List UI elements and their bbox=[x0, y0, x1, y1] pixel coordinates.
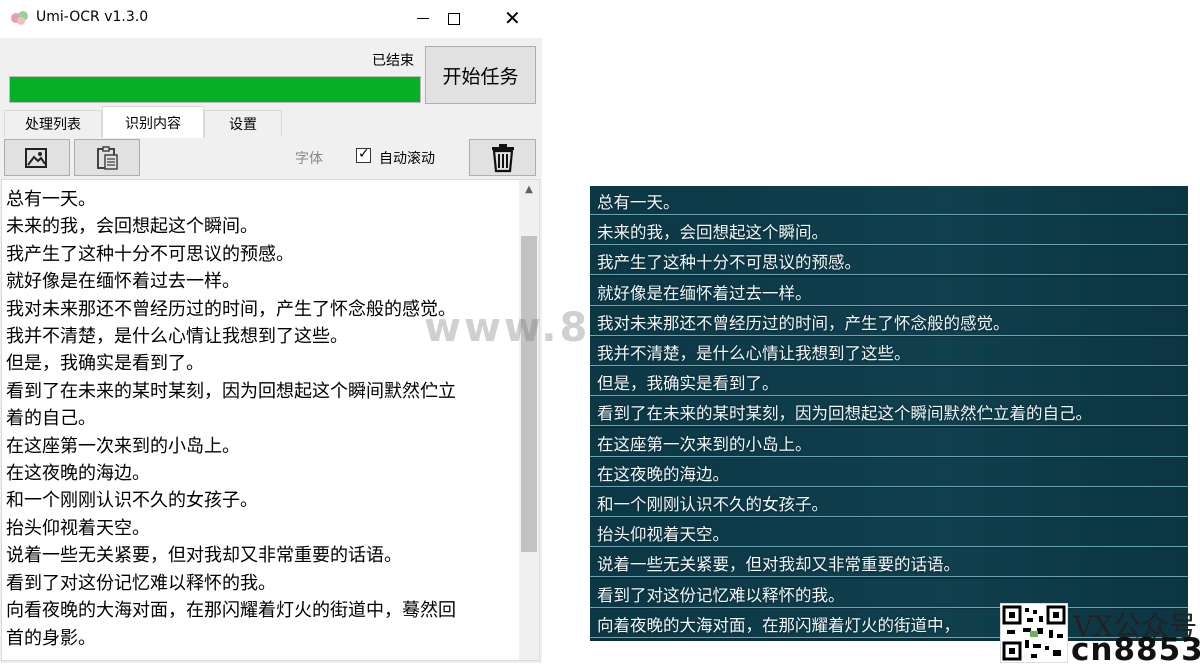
game-subtitle-text: 就好像是在缅怀着过去一样。 bbox=[597, 283, 812, 303]
game-subtitle-text: 向着夜晚的大海对面，在那闪耀着灯火的街道中， bbox=[597, 615, 960, 635]
game-subtitle-text: 抬头仰视着天空。 bbox=[597, 525, 729, 545]
ocr-text-line: 我产生了这种十分不可思议的预感。 bbox=[6, 243, 294, 265]
image-icon bbox=[25, 147, 47, 168]
ocr-text-line: 但是，我确实是看到了。 bbox=[6, 353, 204, 375]
tab-settings[interactable]: 设置 bbox=[204, 110, 282, 137]
status-label: 已结束 bbox=[372, 53, 414, 69]
game-screenshot: 总有一天。未来的我，会回想起这个瞬间。我产生了这种十分不可思议的预感。 就好像是在… bbox=[590, 186, 1188, 641]
game-subtitle-row: 但是，我确实是看到了。 bbox=[590, 367, 1188, 397]
ocr-text-line: 说着一些无关紧要，但对我却又非常重要的话语。 bbox=[6, 545, 402, 567]
maximize-button[interactable] bbox=[431, 0, 477, 38]
minimize-icon bbox=[417, 18, 429, 19]
app-logo-icon bbox=[11, 11, 28, 25]
game-subtitle-text: 和一个刚刚认识不久的女孩子。 bbox=[597, 495, 828, 514]
ocr-text-line: 看到了对这份记忆难以释怀的我。 bbox=[6, 572, 276, 594]
game-subtitle-row: 我并不清楚，是什么心情让我想到了这些。 bbox=[590, 337, 1188, 366]
game-subtitle-text: 未来的我，会回想起这个瞬间。 bbox=[597, 223, 828, 243]
ocr-text-line: 在这夜晚的海边。 bbox=[6, 463, 150, 485]
game-subtitle-text: 但是，我确实是看到了。 bbox=[597, 374, 779, 394]
game-subtitle-row: 在这座第一次来到的小岛上。 bbox=[590, 427, 1188, 457]
ocr-text-line: 看到了在未来的某时某刻，因为回想起这个瞬间默然伫立 bbox=[6, 380, 456, 402]
scroll-thumb[interactable] bbox=[521, 236, 537, 552]
game-subtitle-row: 就好像是在缅怀着过去一样。 bbox=[590, 276, 1188, 306]
tab-process-list[interactable]: 处理列表 bbox=[4, 110, 102, 137]
game-subtitle-row: 抬头仰视着天空。 bbox=[590, 518, 1188, 548]
tab-recognized-content[interactable]: 识别内容 bbox=[102, 106, 204, 138]
game-subtitle-text: 我产生了这种十分不可思议的预感。 bbox=[597, 253, 861, 273]
game-subtitle-text: 在这座第一次来到的小岛上。 bbox=[597, 434, 812, 454]
game-subtitle-row: 我对未来那还不曾经历过的时间，产生了怀念般的感觉。 bbox=[590, 306, 1188, 336]
autoscroll-label[interactable]: 自动滚动 bbox=[379, 148, 435, 168]
window-title: Umi-OCR v1.3.0 bbox=[36, 9, 149, 25]
ocr-text-line: 在这座第一次来到的小岛上。 bbox=[6, 435, 240, 457]
progress-bar bbox=[9, 76, 421, 103]
close-button[interactable]: ✕ bbox=[490, 0, 536, 38]
vertical-scrollbar[interactable]: ▲ bbox=[519, 180, 539, 660]
ocr-text-line: 就好像是在缅怀着过去一样。 bbox=[6, 271, 240, 293]
autoscroll-checkbox[interactable]: ✓ bbox=[356, 146, 371, 163]
game-subtitle-row: 总有一天。 bbox=[590, 186, 1188, 215]
ocr-text-line: 未来的我，会回想起这个瞬间。 bbox=[6, 216, 258, 238]
ocr-text-line: 向看夜晚的大海对面，在那闪耀着灯火的街道中，蓦然回 bbox=[6, 600, 456, 622]
ocr-text-line: 抬头仰视着天空。 bbox=[6, 517, 150, 539]
game-subtitle-text: 总有一天。 bbox=[597, 193, 680, 212]
game-subtitle-row: 说着一些无关紧要，但对我却又非常重要的话语。 bbox=[590, 548, 1188, 578]
qr-code bbox=[1000, 603, 1068, 663]
watermark-text: www.8 bbox=[424, 305, 591, 351]
check-icon: ✓ bbox=[358, 146, 370, 162]
clipboard-icon bbox=[97, 145, 118, 170]
open-image-button[interactable] bbox=[4, 139, 70, 176]
game-subtitle-row: 看到了对这份记忆难以释怀的我。 bbox=[590, 578, 1188, 608]
ocr-result-textbox[interactable]: 总有一天。未来的我，会回想起这个瞬间。我产生了这种十分不可思议的预感。 就好像是在… bbox=[1, 179, 540, 661]
qr-code-icon bbox=[1002, 605, 1066, 661]
game-subtitle-text: 我并不清楚，是什么心情让我想到了这些。 bbox=[597, 344, 911, 363]
game-subtitle-text: 看到了在未来的某时某刻，因为回想起这个瞬间默然伫立着的自己。 bbox=[597, 404, 1092, 424]
game-subtitle-row: 和一个刚刚认识不久的女孩子。 bbox=[590, 488, 1188, 517]
ocr-text-line: 和一个刚刚认识不久的女孩子。 bbox=[6, 490, 258, 512]
trash-icon bbox=[491, 143, 514, 172]
game-subtitle-text: 说着一些无关紧要，但对我却又非常重要的话语。 bbox=[597, 555, 960, 575]
ocr-text-line: 着的自己。 bbox=[6, 408, 96, 430]
scroll-up-icon[interactable]: ▲ bbox=[523, 184, 535, 196]
ocr-text-lines: 总有一天。未来的我，会回想起这个瞬间。我产生了这种十分不可思议的预感。 就好像是在… bbox=[6, 186, 516, 652]
game-subtitle-text: 看到了对这份记忆难以释怀的我。 bbox=[597, 585, 845, 605]
ocr-text-line: 首的身影。 bbox=[6, 627, 96, 649]
game-subtitle-row: 未来的我，会回想起这个瞬间。 bbox=[590, 216, 1188, 246]
clear-button[interactable] bbox=[469, 139, 536, 176]
title-bar[interactable]: Umi-OCR v1.3.0 ✕ bbox=[0, 0, 542, 38]
ocr-text-line: 总有一天。 bbox=[6, 189, 96, 210]
game-subtitle-row: 看到了在未来的某时某刻，因为回想起这个瞬间默然伫立着的自己。 bbox=[590, 397, 1188, 427]
game-subtitle-text: 我对未来那还不曾经历过的时间，产生了怀念般的感觉。 bbox=[597, 313, 1010, 333]
paste-button[interactable] bbox=[74, 139, 140, 176]
close-icon: ✕ bbox=[504, 6, 521, 30]
maximize-icon bbox=[448, 13, 460, 25]
game-subtitle-row: 我产生了这种十分不可思议的预感。 bbox=[590, 246, 1188, 276]
game-subtitle-row: 在这夜晚的海边。 bbox=[590, 457, 1188, 487]
start-task-button[interactable]: 开始任务 bbox=[425, 46, 536, 104]
game-subtitle-text: 在这夜晚的海边。 bbox=[597, 464, 729, 484]
font-button[interactable]: 字体 bbox=[295, 148, 323, 168]
progress-fill bbox=[10, 77, 420, 102]
